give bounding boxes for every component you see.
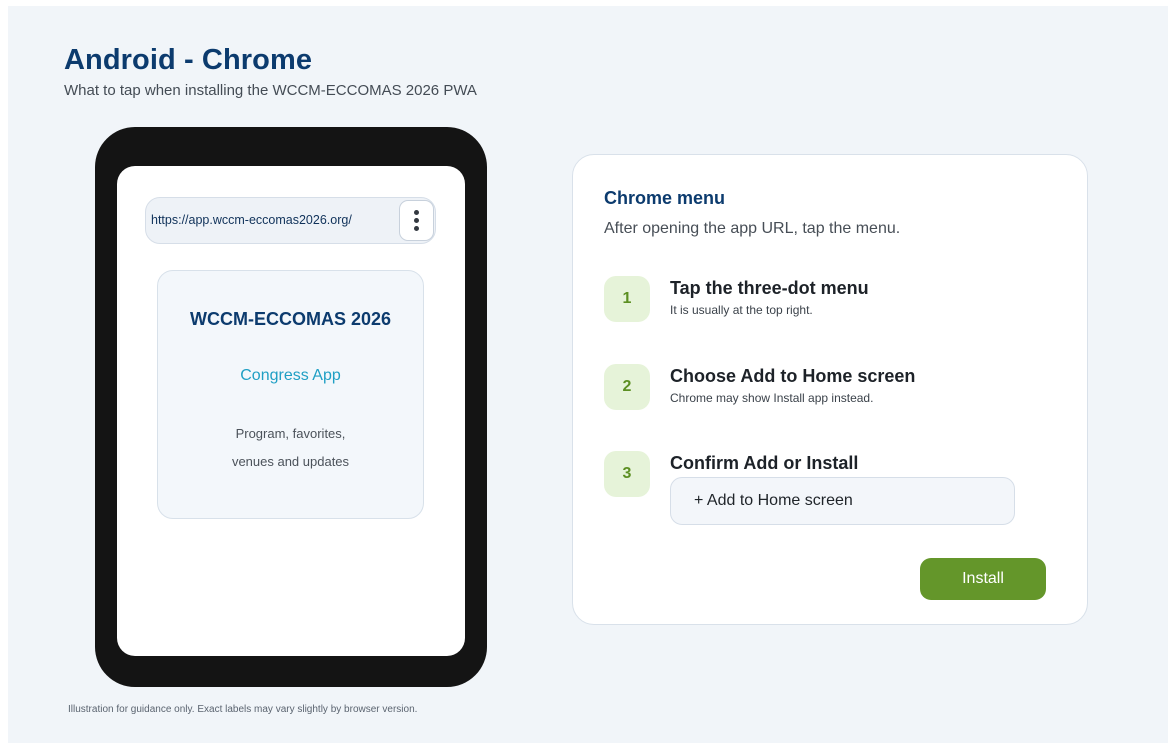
phone-mockup: https://app.wccm-eccomas2026.org/ WCCM-E… (95, 127, 487, 687)
phone-screen: https://app.wccm-eccomas2026.org/ WCCM-E… (117, 166, 465, 656)
chrome-menu-card: Chrome menu After opening the app URL, t… (572, 154, 1088, 625)
app-title: WCCM-ECCOMAS 2026 (189, 309, 392, 329)
url-text: https://app.wccm-eccomas2026.org/ (151, 213, 352, 227)
page-background: Android - Chrome What to tap when instal… (8, 6, 1168, 743)
footnote: Illustration for guidance only. Exact la… (68, 704, 418, 715)
step-2: 2 Choose Add to Home screen Chrome may s… (604, 364, 1064, 424)
step-number-badge: 3 (604, 451, 650, 497)
step-title: Confirm Add or Install (670, 453, 859, 473)
step-description: Chrome may show Install app instead. (670, 391, 874, 405)
step-number-badge: 2 (604, 364, 650, 410)
page-title: Android - Chrome (64, 44, 313, 76)
menu-dot-icon (414, 226, 419, 231)
step-number-badge: 1 (604, 276, 650, 322)
app-preview-card: WCCM-ECCOMAS 2026 Congress App Program, … (157, 270, 424, 519)
menu-dot-icon (414, 218, 419, 223)
address-bar[interactable]: https://app.wccm-eccomas2026.org/ (145, 197, 436, 244)
step-title: Tap the three-dot menu (670, 278, 869, 298)
menu-dot-icon (414, 210, 419, 215)
card-title: Chrome menu (604, 188, 726, 208)
install-button[interactable]: Install (920, 558, 1046, 600)
app-subtitle: Congress App (240, 367, 341, 384)
page-subtitle: What to tap when installing the WCCM-ECC… (64, 82, 477, 99)
app-description-line: Program, favorites, (235, 426, 346, 441)
app-description: Program, favorites, venues and updates (158, 420, 423, 476)
three-dot-menu-button[interactable] (399, 200, 434, 241)
card-subtitle: After opening the app URL, tap the menu. (604, 220, 901, 237)
step-description: It is usually at the top right. (670, 303, 813, 317)
step-1: 1 Tap the three-dot menu It is usually a… (604, 276, 1064, 336)
add-to-home-screen-option[interactable]: + Add to Home screen (670, 477, 1015, 525)
step-title: Choose Add to Home screen (670, 366, 916, 386)
app-description-line: venues and updates (231, 454, 350, 469)
